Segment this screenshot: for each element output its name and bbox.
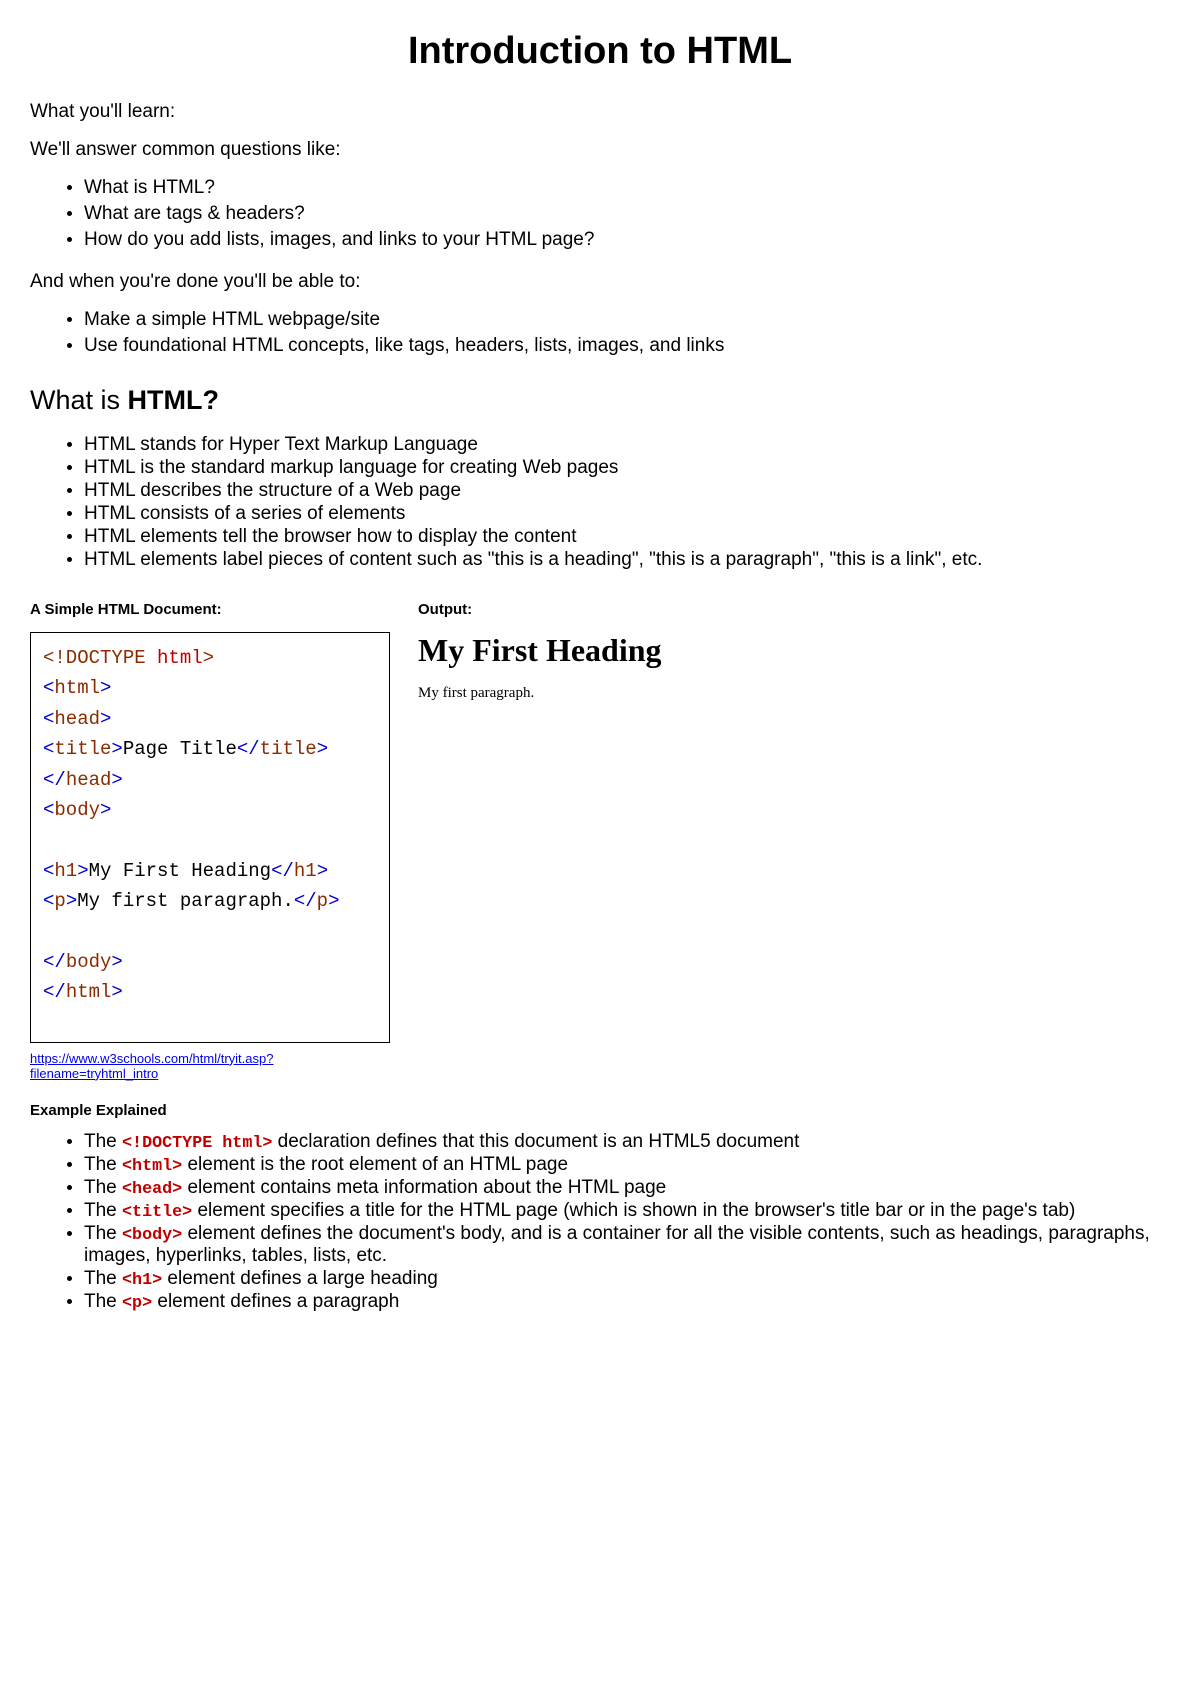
list-item: The <body> element defines the document'… [84,1223,1170,1267]
list-item: The <p> element defines a paragraph [84,1291,1170,1313]
list-item: The <head> element contains meta informa… [84,1177,1170,1199]
list-item: HTML elements label pieces of content su… [84,549,1170,571]
list-item: HTML is the standard markup language for… [84,457,1170,479]
intro-learn: What you'll learn: [30,101,1170,123]
list-item: What are tags & headers? [84,203,1170,225]
list-item: What is HTML? [84,177,1170,199]
inline-code: <body> [122,1226,182,1245]
list-item: How do you add lists, images, and links … [84,229,1170,251]
inline-code: <title> [122,1203,192,1222]
list-item: The <h1> element defines a large heading [84,1268,1170,1290]
inline-code: <!DOCTYPE html> [122,1134,272,1153]
outcomes-list: Make a simple HTML webpage/site Use foun… [30,309,1170,357]
list-item: The <html> element is the root element o… [84,1154,1170,1176]
intro-outcomes: And when you're done you'll be able to: [30,271,1170,293]
list-item: The <!DOCTYPE html> declaration defines … [84,1131,1170,1153]
section-heading-prefix: What is [30,385,128,415]
list-item: HTML elements tell the browser how to di… [84,526,1170,548]
page-title: Introduction to HTML [30,30,1170,73]
section-heading-bold: HTML? [128,385,219,415]
source-link[interactable]: https://www.w3schools.com/html/tryit.asp… [30,1051,390,1081]
questions-list: What is HTML? What are tags & headers? H… [30,177,1170,251]
output-paragraph: My first paragraph. [418,685,1170,702]
list-item: HTML consists of a series of elements [84,503,1170,525]
list-item: HTML stands for Hyper Text Markup Langua… [84,434,1170,456]
explained-label: Example Explained [30,1102,1170,1119]
intro-questions: We'll answer common questions like: [30,139,1170,161]
explained-list: The <!DOCTYPE html> declaration defines … [30,1131,1170,1313]
section-heading-what-is-html: What is HTML? [30,385,1170,416]
list-item: Make a simple HTML webpage/site [84,309,1170,331]
code-label: A Simple HTML Document: [30,601,390,618]
inline-code: <h1> [122,1271,162,1290]
code-example: <!DOCTYPE html> <html> <head> <title>Pag… [30,632,390,1043]
output-heading: My First Heading [418,632,1170,669]
list-item: Use foundational HTML concepts, like tag… [84,335,1170,357]
output-label: Output: [418,601,1170,618]
inline-code: <p> [122,1294,152,1313]
list-item: HTML describes the structure of a Web pa… [84,480,1170,502]
list-item: The <title> element specifies a title fo… [84,1200,1170,1222]
inline-code: <head> [122,1180,182,1199]
inline-code: <html> [122,1157,182,1176]
facts-list: HTML stands for Hyper Text Markup Langua… [30,434,1170,571]
